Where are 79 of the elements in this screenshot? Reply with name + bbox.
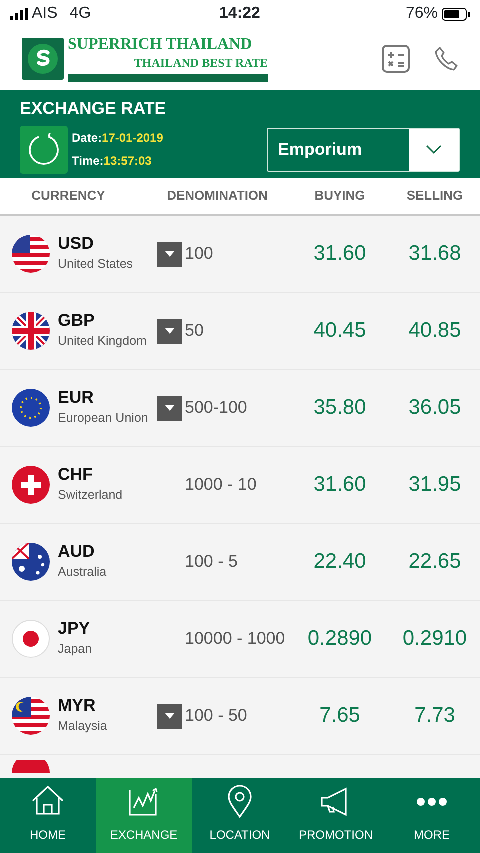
flag-icon [12, 466, 50, 504]
carrier-name: AIS [32, 4, 58, 24]
selling-rate: 40.85 [408, 318, 462, 344]
tab-bar-item[interactable]: PROMOTION [288, 778, 384, 853]
calculator-icon[interactable] [382, 45, 410, 73]
country-name: Australia [58, 564, 107, 581]
update-date: Date:17-01-2019 [72, 130, 164, 147]
flag-icon [12, 234, 50, 273]
currency-code: CHF [58, 465, 94, 486]
denomination: 1000 - 10 [185, 474, 257, 496]
column-header: BUYING [314, 187, 366, 206]
denomination-dropdown[interactable] [157, 396, 182, 420]
country-name: United States [58, 256, 134, 273]
buying-rate: 31.60 [312, 472, 368, 498]
more-icon [417, 798, 447, 806]
phone-icon[interactable] [434, 46, 460, 72]
branch-select[interactable]: Emporium [267, 128, 460, 172]
logo-icon [27, 43, 59, 75]
flag-icon [12, 388, 50, 427]
update-time: Time:13:57:03 [72, 152, 153, 170]
denomination: 100 [185, 243, 214, 266]
column-header: CURRENCY [30, 187, 106, 206]
country-name: European Union [58, 410, 148, 427]
denomination-dropdown[interactable] [157, 242, 182, 266]
country-name: Switzerland [58, 486, 123, 504]
currency-code: EUR [58, 388, 95, 409]
tab-bar-item[interactable]: EXCHANGE [96, 778, 192, 853]
panel-title: EXCHANGE RATE [20, 98, 168, 120]
selling-rate: 0.2910 [402, 626, 468, 652]
buying-rate: 35.80 [312, 395, 368, 422]
country-name: United Kingdom [58, 332, 147, 350]
caret-icon [164, 713, 174, 719]
battery-icon [442, 8, 470, 20]
signal-icon [10, 8, 28, 20]
denomination: 50 [185, 320, 204, 342]
clock: 14:22 [218, 4, 262, 24]
denomination-dropdown[interactable] [157, 704, 182, 728]
country-name: Malaysia [58, 718, 108, 735]
selling-rate: 36.05 [408, 395, 462, 422]
denomination: 10000 - 1000 [185, 628, 286, 650]
selling-rate: 7.73 [414, 703, 456, 730]
tab-bar-item[interactable]: HOME [0, 778, 96, 853]
buying-rate: 40.45 [312, 318, 368, 344]
flag-icon [12, 542, 50, 581]
flag-icon [12, 620, 50, 658]
caret-icon [164, 328, 174, 334]
denomination: 500-100 [185, 397, 248, 420]
flag-icon [12, 696, 50, 735]
buying-rate: 0.2890 [306, 626, 374, 652]
column-header: SELLING [406, 187, 464, 206]
tagline: THAILAND BEST RATE [133, 56, 268, 68]
caret-icon [164, 251, 174, 257]
buying-rate: 31.60 [312, 241, 368, 268]
chevron-down-icon [426, 144, 442, 154]
buying-rate: 22.40 [312, 549, 368, 576]
selling-rate: 22.65 [408, 549, 462, 576]
flag-icon [12, 760, 50, 774]
flag-icon [12, 312, 50, 350]
tab-bar-item[interactable]: MORE [384, 778, 480, 853]
selling-rate: 31.68 [408, 241, 462, 268]
selling-rate: 31.95 [408, 472, 462, 498]
network-type: 4G [70, 4, 92, 24]
buying-rate: 7.65 [318, 703, 362, 730]
caret-icon [164, 405, 174, 411]
currency-code: MYR [58, 696, 97, 717]
currency-code: GBP [58, 311, 96, 332]
brand-name: SUPERRICH THAILAND [68, 36, 254, 52]
denomination-dropdown[interactable] [157, 318, 182, 344]
refresh-button[interactable] [20, 126, 68, 174]
currency-code: USD [58, 234, 95, 255]
currency-code: JPY [58, 619, 92, 640]
currency-code: AUD [58, 542, 96, 563]
battery-percent: 76% [406, 4, 438, 24]
tab-bar-item[interactable]: LOCATION [192, 778, 288, 853]
refresh-icon [27, 132, 61, 166]
country-name: Japan [58, 640, 92, 658]
denomination: 100 - 50 [185, 705, 248, 728]
denomination: 100 - 5 [185, 551, 238, 574]
column-header: DENOMINATION [166, 187, 269, 206]
